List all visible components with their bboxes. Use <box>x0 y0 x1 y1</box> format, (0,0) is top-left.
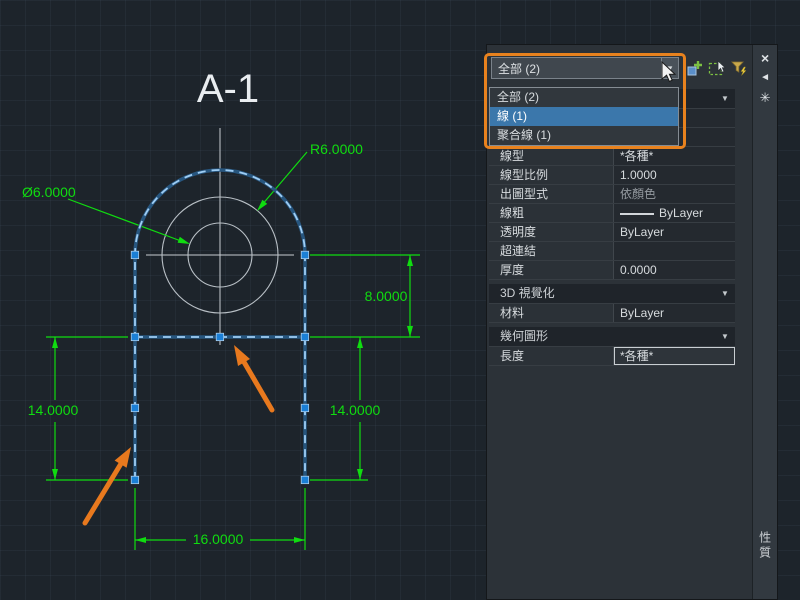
dimension-vertical-8[interactable]: 8.0000 <box>310 254 420 338</box>
auto-hide-icon[interactable]: ◄ <box>753 69 777 87</box>
collapse-icon: ▼ <box>721 94 729 103</box>
filter-option-all[interactable]: 全部 (2) <box>490 88 678 107</box>
close-icon[interactable]: × <box>753 49 777 67</box>
dim-text-8[interactable]: 8.0000 <box>365 288 408 304</box>
section-header-3d-visualization[interactable]: 3D 視覺化 ▼ <box>489 284 735 304</box>
property-row-material: 材料 ByLayer <box>489 304 735 323</box>
properties-palette: 全部 (2) ▼ ▼ 線型 *各種* 線型比例 1.0000 出圖型式 依顏色 … <box>486 44 778 600</box>
section-header-geometry[interactable]: 幾何圖形 ▼ <box>489 327 735 347</box>
dimension-diameter-leader[interactable]: Ø6.0000 <box>22 184 190 244</box>
settings-icon[interactable]: ✳ <box>753 89 777 107</box>
filter-option-line[interactable]: 線 (1) <box>490 107 678 126</box>
property-row-hyperlink: 超連結 <box>489 242 735 261</box>
pickadd-icon <box>687 61 702 76</box>
property-row-lineweight: 線粗 ByLayer <box>489 204 735 223</box>
property-row-length: 長度 *各種* <box>489 347 735 366</box>
annotation-arrow-polyline <box>82 447 131 526</box>
lineweight-preview <box>620 212 654 215</box>
selection-filter-value: 全部 (2) <box>498 61 541 76</box>
annotation-arrow-line <box>234 345 275 413</box>
chevron-down-icon: ▼ <box>666 63 674 73</box>
annotation-arrows <box>82 345 275 526</box>
palette-tab[interactable]: 性質 <box>753 531 777 561</box>
collapse-icon: ▼ <box>721 332 729 341</box>
select-objects-button[interactable] <box>707 58 727 78</box>
collapse-icon: ▼ <box>721 289 729 298</box>
property-row-transparency: 透明度 ByLayer <box>489 223 735 242</box>
dimension-radius-leader[interactable]: R6.0000 <box>257 141 363 211</box>
dim-text-diameter[interactable]: Ø6.0000 <box>22 184 76 200</box>
toggle-pickadd-button[interactable] <box>685 58 705 78</box>
palette-titlebar: × ◄ ✳ 性質 <box>752 45 777 599</box>
select-objects-icon <box>708 60 727 76</box>
dim-text-radius[interactable]: R6.0000 <box>310 141 363 157</box>
property-row-thickness: 厚度 0.0000 <box>489 261 735 280</box>
selection-filter-list: 全部 (2) 線 (1) 聚合線 (1) <box>489 87 679 146</box>
quick-select-icon <box>731 61 747 76</box>
dim-text-14-left[interactable]: 14.0000 <box>28 402 79 418</box>
palette-body: 全部 (2) ▼ ▼ 線型 *各種* 線型比例 1.0000 出圖型式 依顏色 … <box>487 45 752 599</box>
property-row-plot-style: 出圖型式 依顏色 <box>489 185 735 204</box>
property-row-linetype-scale: 線型比例 1.0000 <box>489 166 735 185</box>
filter-option-polyline[interactable]: 聚合線 (1) <box>490 126 678 145</box>
dim-text-16[interactable]: 16.0000 <box>193 531 244 547</box>
drawing-title-text[interactable]: A-1 <box>197 67 259 111</box>
dimension-horizontal-16[interactable]: 16.0000 <box>134 488 306 550</box>
dimension-vertical-14-left[interactable]: 14.0000 <box>28 336 128 481</box>
dim-text-14-right[interactable]: 14.0000 <box>330 402 381 418</box>
property-row-linetype: 線型 *各種* <box>489 147 735 166</box>
selection-filter-dropdown[interactable]: 全部 (2) ▼ <box>491 57 679 79</box>
quick-select-button[interactable] <box>729 58 749 78</box>
dropdown-arrow-button[interactable]: ▼ <box>661 58 678 78</box>
dimension-vertical-14-right[interactable]: 14.0000 <box>310 337 381 481</box>
